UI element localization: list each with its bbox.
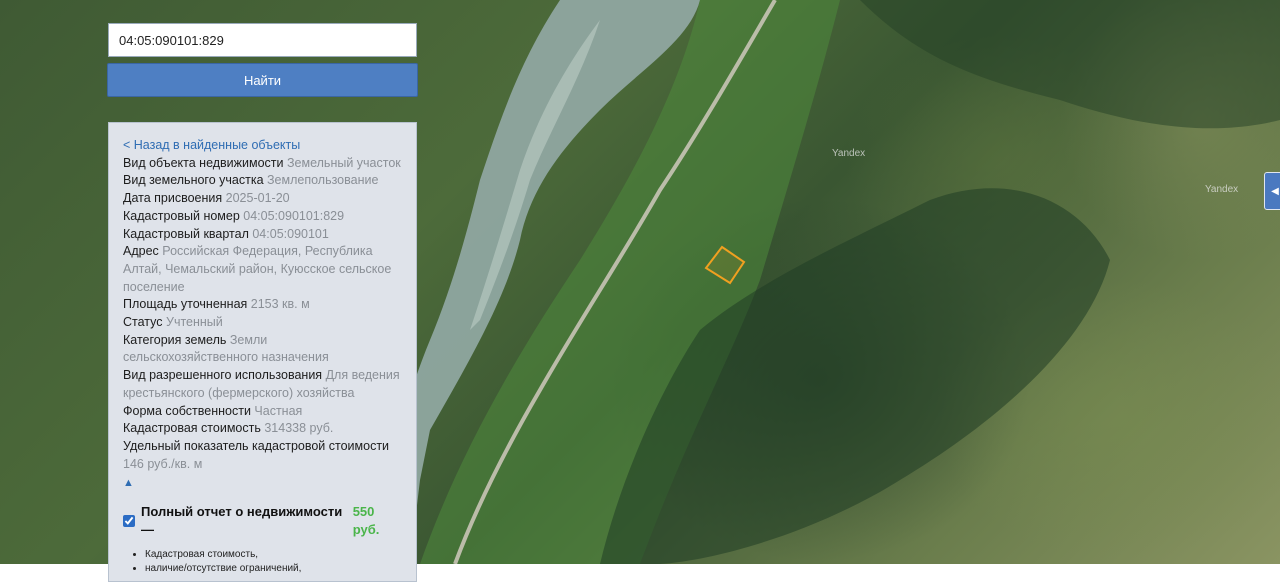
info-row: Дата присвоения 2025-01-20 <box>123 190 402 208</box>
info-label: Кадастровая стоимость <box>123 421 261 436</box>
info-label: Удельный показатель кадастровой стоимост… <box>123 438 390 453</box>
info-label: Статус <box>123 315 163 330</box>
full-report-option[interactable]: Полный отчет о недвижимости — 550 руб. <box>123 503 402 538</box>
info-value: 146 руб./кв. м <box>123 456 203 471</box>
map-watermark: Yandex <box>1205 184 1239 195</box>
info-label: Адрес <box>123 244 159 259</box>
info-row: Вид земельного участка Землепользование <box>123 172 402 190</box>
info-label: Кадастровый квартал <box>123 226 249 241</box>
info-label: Категория земель <box>123 332 227 347</box>
search-button[interactable]: Найти <box>107 63 418 97</box>
info-row: Кадастровый квартал 04:05:090101 <box>123 226 402 244</box>
info-value: Учтенный <box>166 315 223 330</box>
report-contents-list: Кадастровая стоимость, наличие/отсутстви… <box>123 548 402 576</box>
info-row: Категория земель Земли сельскохозяйствен… <box>123 332 402 367</box>
forest-upper <box>860 0 1280 129</box>
info-label: Форма собственности <box>123 403 251 418</box>
info-row: Кадастровая стоимость 314338 руб. <box>123 420 402 438</box>
info-row: Вид разрешенного использования Для веден… <box>123 367 402 402</box>
info-label: Вид земельного участка <box>123 173 264 188</box>
back-to-results-link[interactable]: < Назад в найденные объекты <box>123 137 402 155</box>
object-fields: Вид объекта недвижимости Земельный участ… <box>123 155 402 474</box>
info-value: Частная <box>254 403 303 418</box>
list-item: Кадастровая стоимость, <box>145 548 402 562</box>
collapse-icon[interactable]: ▲ <box>123 475 402 493</box>
info-label: Вид объекта недвижимости <box>123 155 284 170</box>
info-row: Кадастровый номер 04:05:090101:829 <box>123 208 402 226</box>
info-value: Российская Федерация, Республика Алтай, … <box>123 244 392 294</box>
info-value: 04:05:090101:829 <box>243 208 345 223</box>
info-row: Статус Учтенный <box>123 314 402 332</box>
info-row: Форма собственности Частная <box>123 403 402 421</box>
info-label: Площадь уточненная <box>123 297 248 312</box>
map-watermark: Yandex <box>832 148 866 159</box>
info-label: Вид разрешенного использования <box>123 368 323 383</box>
info-value: Землепользование <box>267 173 379 188</box>
side-panel-toggle-button[interactable]: ◀ <box>1264 172 1280 210</box>
info-row: Удельный показатель кадастровой стоимост… <box>123 438 402 473</box>
info-row: Вид объекта недвижимости Земельный участ… <box>123 155 402 173</box>
arrow-icon: ◀ <box>1271 185 1279 197</box>
full-report-price: 550 руб. <box>352 504 380 537</box>
full-report-checkbox[interactable] <box>123 514 135 527</box>
info-row: Адрес Российская Федерация, Республика А… <box>123 243 402 296</box>
info-value: 04:05:090101 <box>252 226 329 241</box>
info-value: Земельный участок <box>287 155 401 170</box>
info-value: 314338 руб. <box>264 421 334 436</box>
info-value: 2025-01-20 <box>225 191 290 206</box>
info-label: Кадастровый номер <box>123 208 240 223</box>
info-label: Дата присвоения <box>123 191 223 206</box>
object-info-panel: < Назад в найденные объекты Вид объекта … <box>108 122 417 582</box>
cadastral-search-input[interactable] <box>108 23 417 57</box>
list-item: наличие/отсутствие ограничений, <box>145 562 402 576</box>
info-row: Площадь уточненная 2153 кв. м <box>123 296 402 314</box>
full-report-label: Полный отчет о недвижимости — <box>141 504 343 537</box>
info-value: 2153 кв. м <box>250 297 310 312</box>
